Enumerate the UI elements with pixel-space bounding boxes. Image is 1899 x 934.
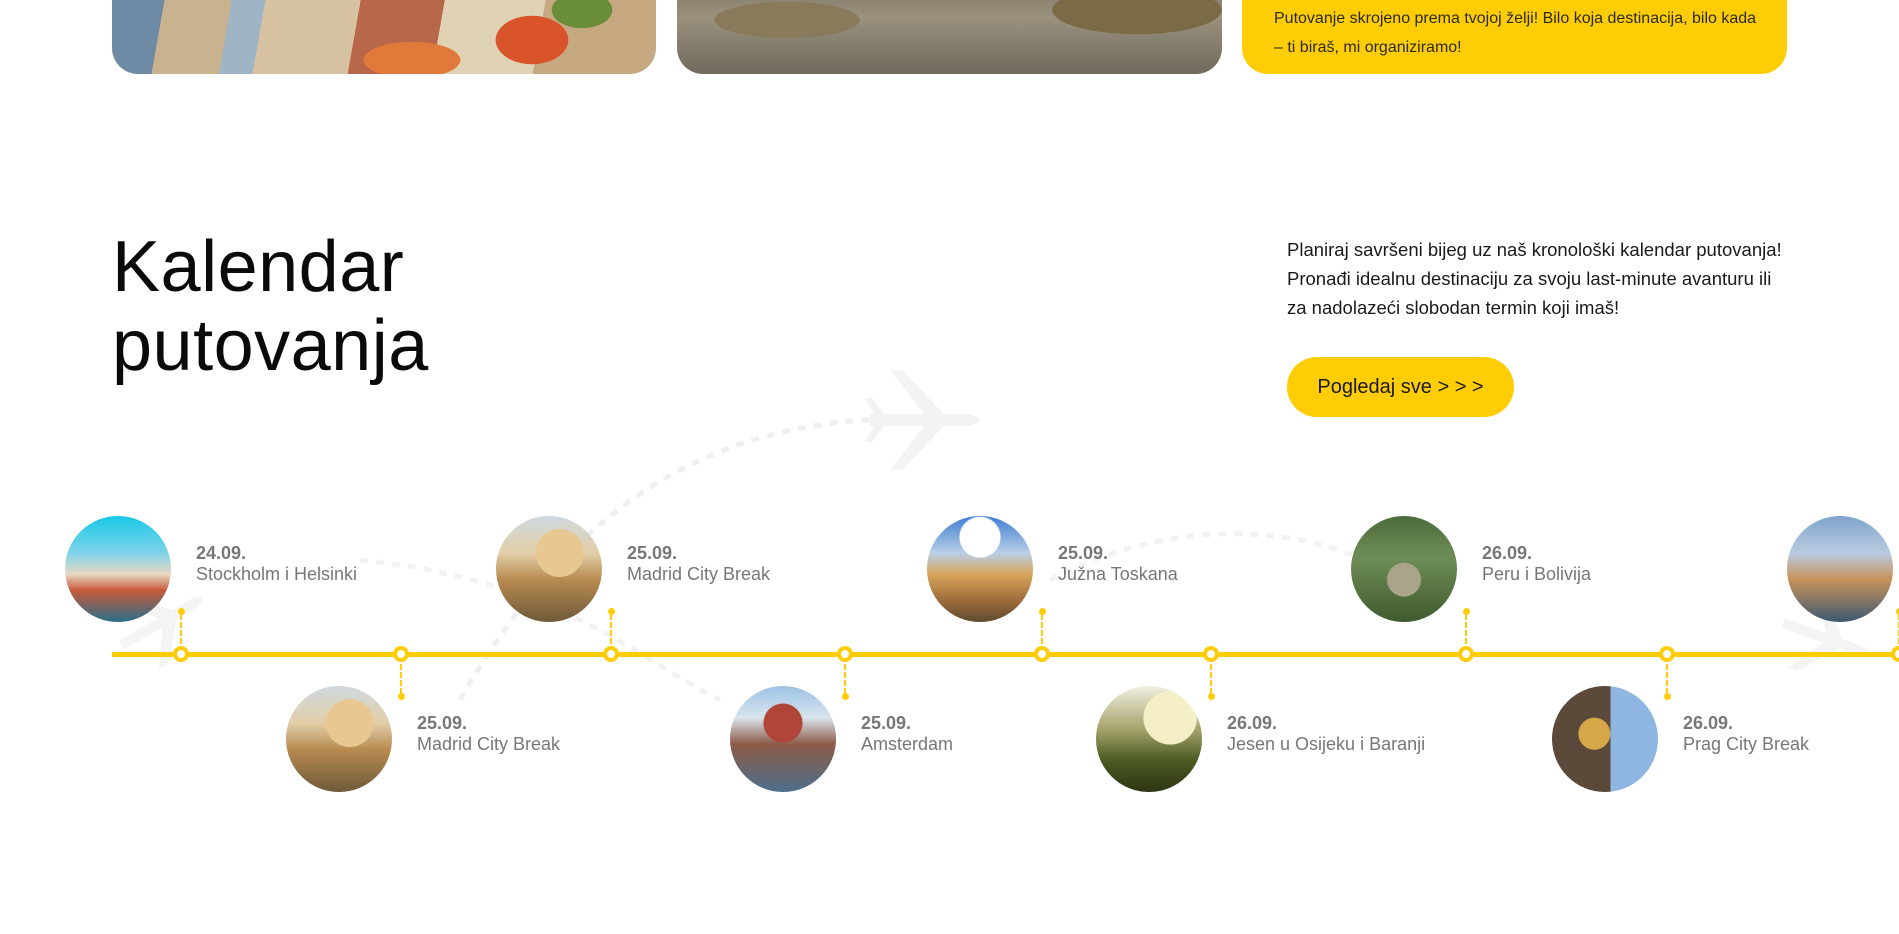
trip-name[interactable]: Amsterdam: [861, 734, 953, 755]
trip-date: 25.09.: [861, 713, 912, 733]
section-intro-line3: za nadolazeći slobodan termin koji imaš!: [1287, 297, 1620, 318]
section-title: Kalendar putovanja: [112, 228, 429, 386]
machu-picchu-photo[interactable]: [1351, 516, 1457, 622]
section-intro-line2: Pronađi idealnu destinaciju za svoju las…: [1287, 268, 1772, 289]
trip-name[interactable]: Peru i Bolivija: [1482, 564, 1591, 585]
toledo-photo[interactable]: [496, 516, 602, 622]
trip-date: 25.09.: [627, 543, 678, 563]
timeline-marker: [603, 646, 619, 662]
timeline-marker: [1891, 646, 1899, 662]
section-title-line1: Kalendar: [112, 227, 405, 307]
timeline-marker: [393, 646, 409, 662]
timeline-connector: [610, 614, 612, 644]
nature-card-image[interactable]: [677, 0, 1222, 74]
promo-text: Putovanje skrojeno prema tvojoj želji! B…: [1274, 10, 1757, 56]
trip-name[interactable]: Prag City Break: [1683, 734, 1809, 755]
timeline-connector: [1666, 664, 1668, 694]
timeline-marker: [1458, 646, 1474, 662]
timeline-marker: [1034, 646, 1050, 662]
trip-date: 26.09.: [1683, 713, 1734, 733]
bridge-city-photo[interactable]: [1787, 516, 1893, 622]
timeline-pin: [1207, 693, 1215, 700]
timeline-pin: [1038, 608, 1046, 615]
city-card-image[interactable]: [112, 0, 656, 74]
promo-card[interactable]: Putovanje skrojeno prema tvojoj želji! B…: [1242, 0, 1787, 74]
timeline-connector: [400, 664, 402, 694]
view-all-button[interactable]: Pogledaj sve > > >: [1287, 357, 1514, 417]
trip-name[interactable]: Južna Toskana: [1058, 564, 1178, 585]
trip-date: 25.09.: [417, 713, 468, 733]
vineyard-photo[interactable]: [1096, 686, 1202, 792]
trip-date: 26.09.: [1227, 713, 1278, 733]
trip-name[interactable]: Madrid City Break: [417, 734, 560, 755]
timeline-marker: [173, 646, 189, 662]
timeline-pin: [841, 693, 849, 700]
timeline-pin: [1663, 693, 1671, 700]
trip-name[interactable]: Jesen u Osijeku i Baranji: [1227, 734, 1425, 755]
prague-clock-photo[interactable]: [1552, 686, 1658, 792]
timeline-pin: [1895, 608, 1899, 615]
trip-date: 24.09.: [196, 543, 247, 563]
trip-name[interactable]: Madrid City Break: [627, 564, 770, 585]
timeline-connector: [844, 664, 846, 694]
timeline-connector: [180, 614, 182, 644]
timeline-connector: [1041, 614, 1043, 644]
flight-path-decoration: [119, 370, 1870, 703]
airplane-icon: [865, 370, 980, 470]
section-intro-line1: Planiraj savršeni bijeg uz naš kronološk…: [1287, 239, 1782, 260]
timeline-marker: [837, 646, 853, 662]
timeline-pin: [607, 608, 615, 615]
section-intro: Planiraj savršeni bijeg uz naš kronološk…: [1287, 235, 1807, 322]
toledo-photo[interactable]: [286, 686, 392, 792]
timeline-marker: [1203, 646, 1219, 662]
timeline-connector: [1210, 664, 1212, 694]
timeline-pin: [397, 693, 405, 700]
trip-date: 25.09.: [1058, 543, 1109, 563]
tuscany-photo[interactable]: [927, 516, 1033, 622]
section-title-line2: putovanja: [112, 306, 429, 386]
trip-date: 26.09.: [1482, 543, 1533, 563]
timeline-marker: [1659, 646, 1675, 662]
stockholm-photo[interactable]: [65, 516, 171, 622]
timeline-connector: [1465, 614, 1467, 644]
amsterdam-photo[interactable]: [730, 686, 836, 792]
timeline-pin: [1462, 608, 1470, 615]
trip-name[interactable]: Stockholm i Helsinki: [196, 564, 357, 585]
timeline-line: [112, 652, 1899, 657]
timeline-pin: [177, 608, 185, 615]
